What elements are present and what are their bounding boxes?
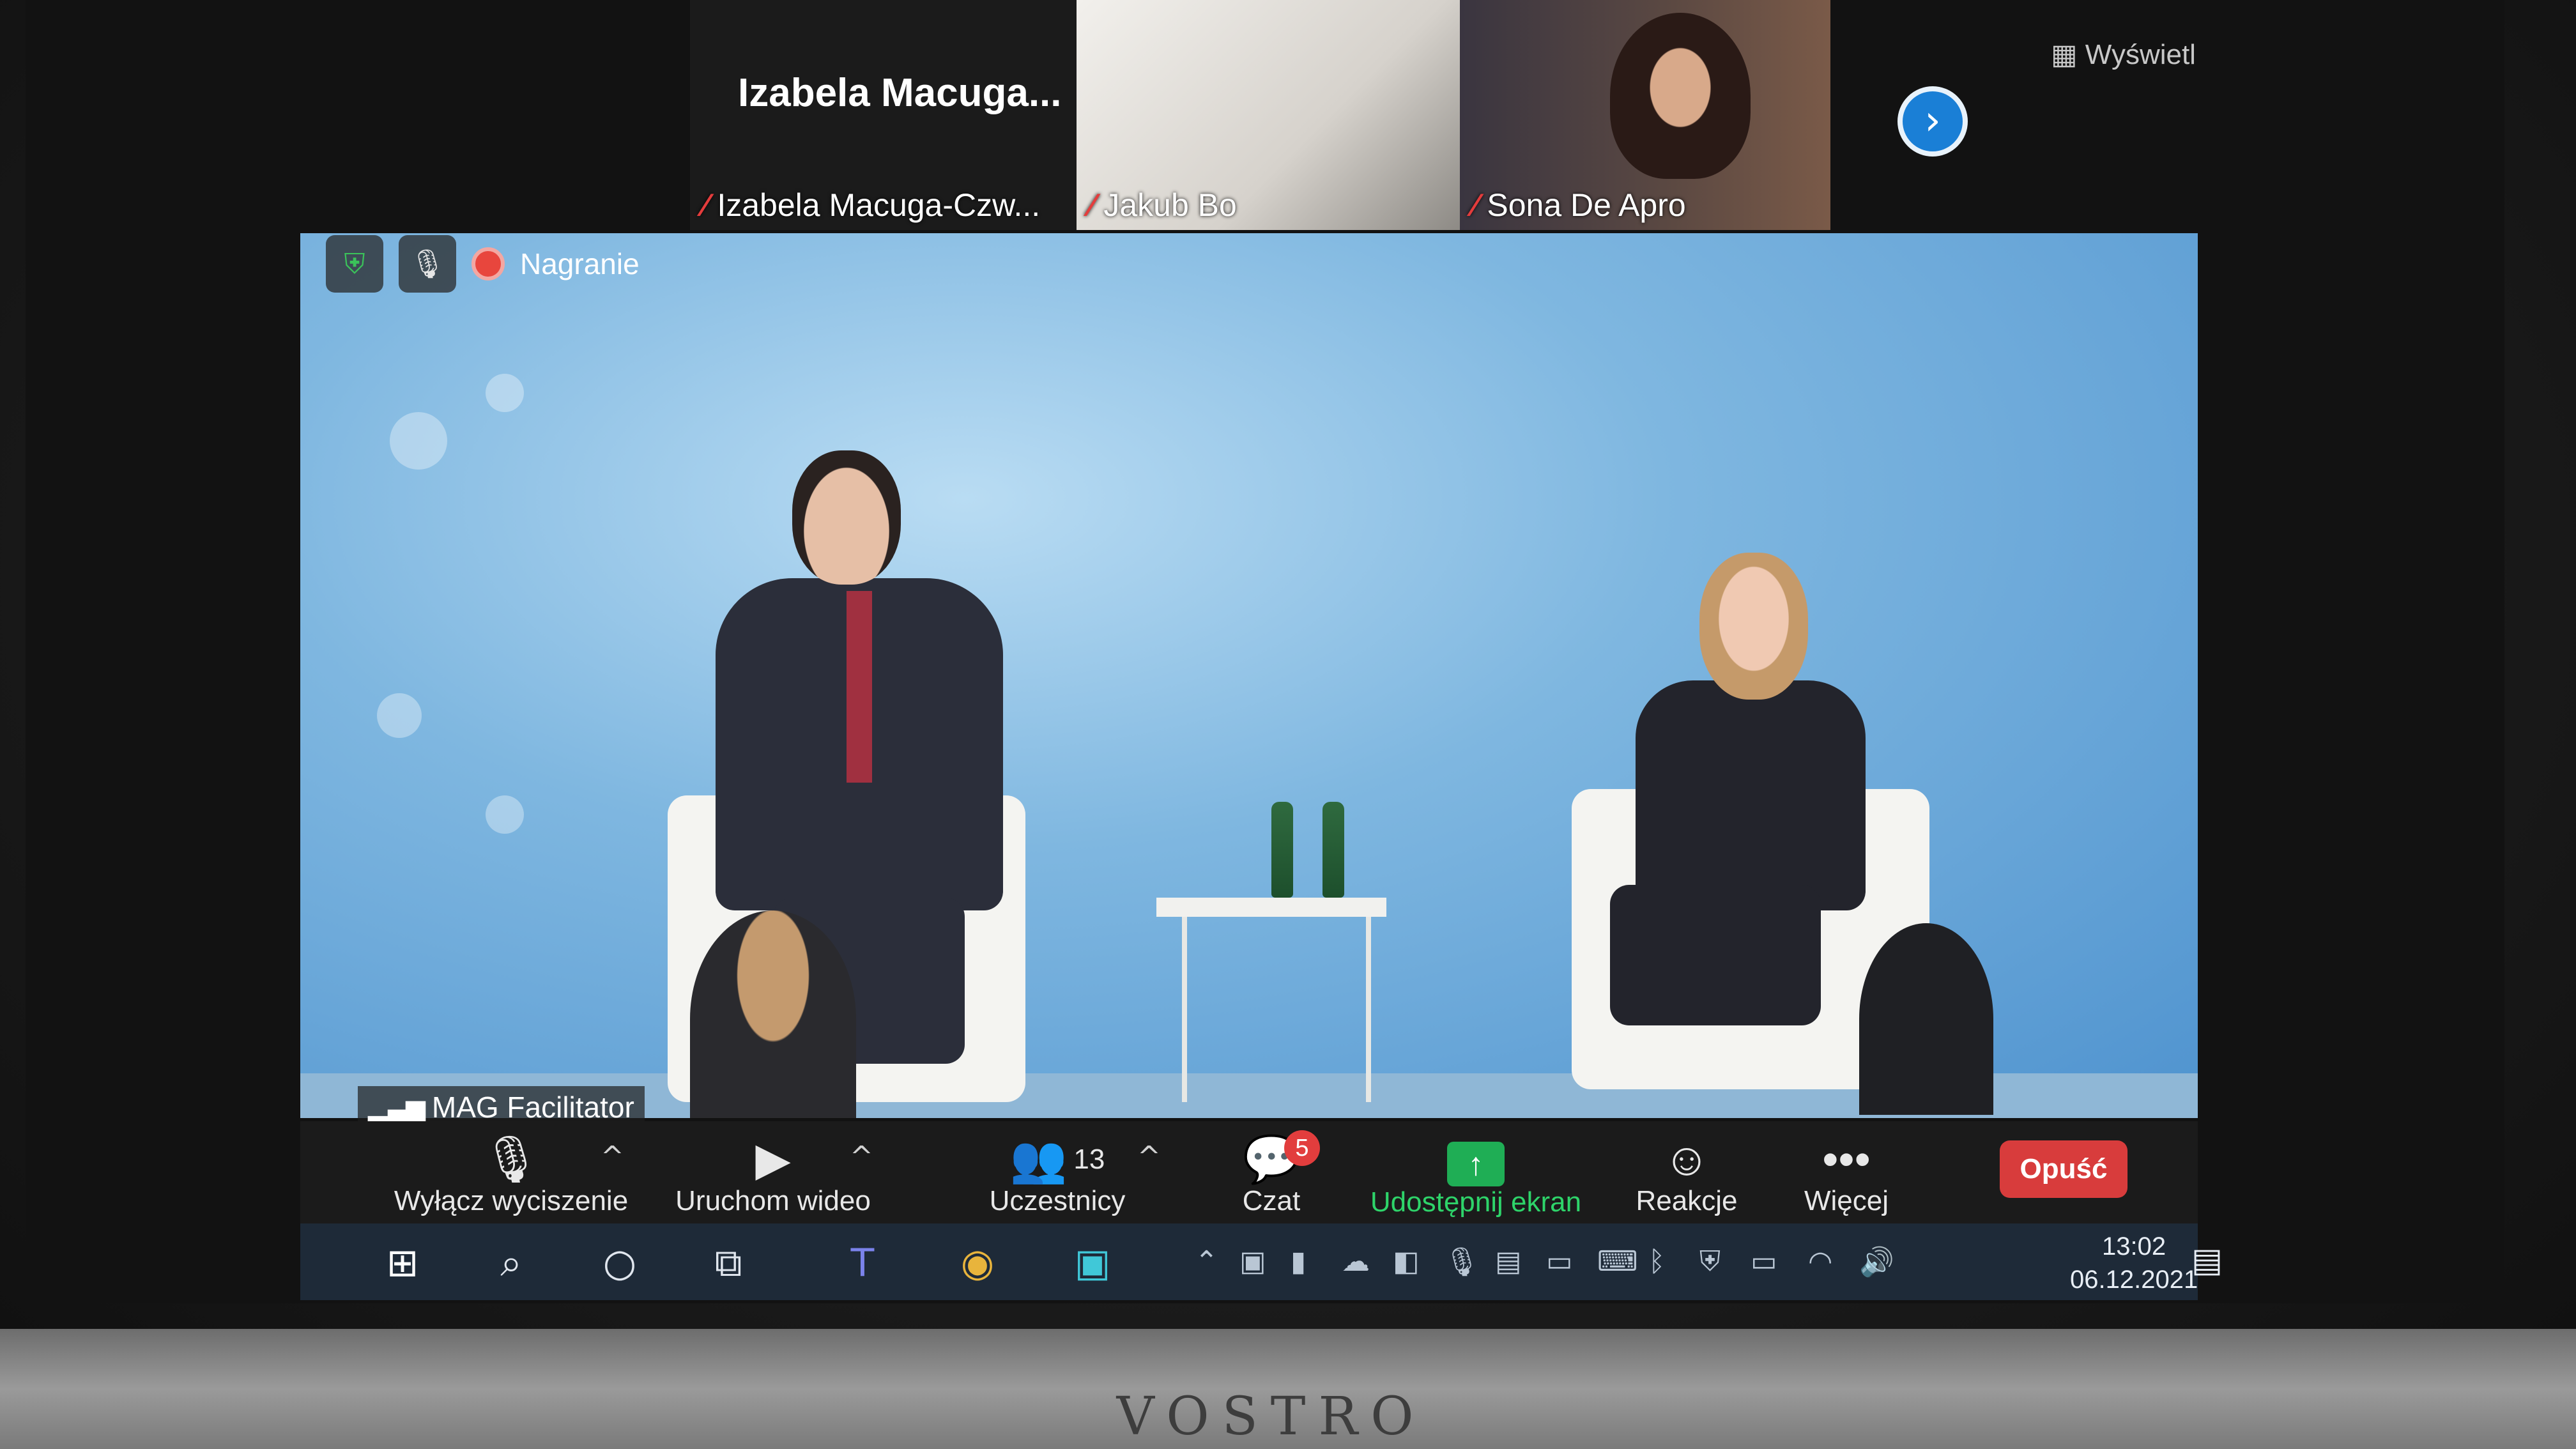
clock-time: 13:02 xyxy=(2102,1232,2166,1261)
reactions-button[interactable]: ☺ Reakcje xyxy=(1616,1134,1757,1217)
recording-label: Nagranie xyxy=(520,247,640,280)
chevron-right-icon: › xyxy=(1924,97,1941,144)
video-off-icon: ▶ xyxy=(755,1134,791,1185)
participant-tile-sona[interactable]: ⁄ Sona De Apro xyxy=(1460,0,1830,230)
battery-icon[interactable]: ▭ xyxy=(1751,1245,1777,1278)
tray-display-icon[interactable]: ▭ xyxy=(1546,1245,1573,1278)
participants-options-caret[interactable]: ^ xyxy=(1137,1140,1161,1173)
grid-icon: ▦ xyxy=(2051,39,2085,70)
participant-tile-jakub[interactable]: ⁄ Jakub Bo xyxy=(1077,0,1460,230)
chat-label: Czat xyxy=(1242,1185,1301,1216)
windows-taskbar: ⊞ ⌕ ○ ⧉ T ◉ ▣ ⌃ ▣ ▮ ☁ ◧ 🎙 ▤ ▭ ⌨ ᛒ ⛨ ▭ ◠ … xyxy=(300,1223,2223,1300)
side-table xyxy=(1156,898,1386,917)
share-screen-label: Udostępnij ekran xyxy=(1370,1186,1582,1218)
participant-name-label: ⁄ Sona De Apro xyxy=(1473,187,1686,223)
active-speaker-video xyxy=(300,233,2198,1118)
start-video-label: Uruchom wideo xyxy=(675,1185,871,1216)
zoom-icon[interactable]: ▣ xyxy=(1067,1238,1118,1289)
side-table-legs xyxy=(1182,917,1371,1102)
more-label: Więcej xyxy=(1804,1185,1889,1216)
notification-center-icon[interactable]: ▤ xyxy=(2191,1241,2223,1280)
search-icon[interactable]: ⌕ xyxy=(486,1238,537,1289)
audience-member xyxy=(690,910,856,1118)
video-options-caret[interactable]: ^ xyxy=(850,1140,873,1173)
tray-teams-icon[interactable]: ◧ xyxy=(1393,1245,1420,1278)
next-page-button[interactable]: › xyxy=(1897,86,1968,157)
tray-overflow-icon[interactable]: ⌃ xyxy=(1195,1245,1218,1278)
chat-unread-badge: 5 xyxy=(1284,1130,1320,1166)
meeting-toolbar: 🎙 Wyłącz wyciszenie ^ ▶ Uruchom wideo ^ … xyxy=(300,1121,2198,1223)
tray-cloud-icon[interactable]: ☁ xyxy=(1342,1245,1370,1278)
muted-mic-icon: ⁄ xyxy=(703,187,709,223)
audio-status-button[interactable]: 🎙 xyxy=(399,235,456,293)
volume-icon[interactable]: 🔊 xyxy=(1859,1245,1894,1278)
signal-strength-icon: ▂▄▆ xyxy=(368,1095,425,1123)
participant-name-label: ⁄ Izabela Macuga-Czw... xyxy=(703,187,1041,223)
microphone-icon: 🎙 xyxy=(410,248,445,280)
tray-app-icon[interactable]: ▣ xyxy=(1239,1245,1266,1278)
laptop-brand-logo: VOSTRO xyxy=(1116,1386,1427,1447)
speaker-woman xyxy=(1610,553,1878,1064)
view-button[interactable]: ▦ Wyświetl xyxy=(2051,38,2196,71)
clock-date: 06.12.2021 xyxy=(2070,1266,2198,1294)
chrome-icon[interactable]: ◉ xyxy=(952,1238,1003,1289)
share-screen-icon: ↑ xyxy=(1447,1142,1505,1186)
task-view-icon[interactable]: ⧉ xyxy=(703,1238,754,1289)
chat-button[interactable]: 💬 5 Czat xyxy=(1214,1130,1329,1217)
reactions-label: Reakcje xyxy=(1636,1185,1738,1216)
wifi-icon[interactable]: ◠ xyxy=(1808,1245,1832,1278)
shield-icon: ⛨ xyxy=(344,247,365,280)
security-button[interactable]: ⛨ xyxy=(326,235,383,293)
leave-meeting-button[interactable]: Opuść xyxy=(2000,1140,2128,1198)
participants-icon: 👥 13 xyxy=(1009,1134,1105,1185)
muted-microphone-icon: 🎙 xyxy=(482,1134,540,1185)
more-button[interactable]: ••• Więcej xyxy=(1782,1134,1910,1217)
audio-options-caret[interactable]: ^ xyxy=(601,1140,624,1173)
participants-button[interactable]: 👥 13 Uczestnicy xyxy=(952,1134,1163,1217)
recording-icon xyxy=(471,247,505,280)
water-bottle xyxy=(1271,802,1293,898)
tray-keyboard-icon[interactable]: ⌨ xyxy=(1597,1245,1638,1278)
security-shield-icon[interactable]: ⛨ xyxy=(1699,1245,1721,1278)
unmute-button[interactable]: 🎙 Wyłącz wyciszenie xyxy=(390,1134,632,1217)
participants-label: Uczestnicy xyxy=(989,1185,1126,1216)
participant-strip: Izabela Macuga... ⁄ Izabela Macuga-Czw...… xyxy=(26,0,2504,230)
bluetooth-icon[interactable]: ᛒ xyxy=(1648,1245,1665,1278)
participant-name-label: ⁄ Jakub Bo xyxy=(1089,187,1237,223)
participant-tile-izabela[interactable]: Izabela Macuga... ⁄ Izabela Macuga-Czw... xyxy=(690,0,1099,230)
background-light xyxy=(486,374,524,412)
screen: Izabela Macuga... ⁄ Izabela Macuga-Czw...… xyxy=(26,0,2504,1303)
water-bottle xyxy=(1322,802,1344,898)
more-dots-icon: ••• xyxy=(1822,1134,1871,1185)
windows-start-icon[interactable]: ⊞ xyxy=(377,1238,428,1289)
tray-chart-icon[interactable]: ▮ xyxy=(1291,1245,1306,1278)
tray-file-icon[interactable]: ▤ xyxy=(1495,1245,1522,1278)
participant-video xyxy=(1610,13,1751,179)
background-light xyxy=(486,795,524,834)
muted-mic-icon: ⁄ xyxy=(1473,187,1478,223)
participants-count: 13 xyxy=(1073,1144,1105,1175)
muted-mic-icon: ⁄ xyxy=(1089,187,1095,223)
share-screen-button[interactable]: ↑ Udostępnij ekran xyxy=(1354,1134,1597,1218)
meeting-status-bar: ⛨ 🎙 Nagranie xyxy=(326,235,640,293)
background-light xyxy=(377,693,422,738)
system-clock[interactable]: 13:02 06.12.2021 xyxy=(2070,1230,2198,1296)
start-video-button[interactable]: ▶ Uruchom wideo xyxy=(664,1134,882,1217)
audience-member xyxy=(1859,923,1993,1115)
participant-display-name: Izabela Macuga... xyxy=(738,71,1062,115)
teams-icon[interactable]: T xyxy=(837,1238,888,1289)
cortana-icon[interactable]: ○ xyxy=(594,1238,645,1289)
background-light xyxy=(390,412,447,470)
unmute-label: Wyłącz wyciszenie xyxy=(394,1185,629,1216)
tray-mic-icon[interactable]: 🎙 xyxy=(1444,1245,1480,1278)
smiley-icon: ☺ xyxy=(1663,1134,1710,1185)
